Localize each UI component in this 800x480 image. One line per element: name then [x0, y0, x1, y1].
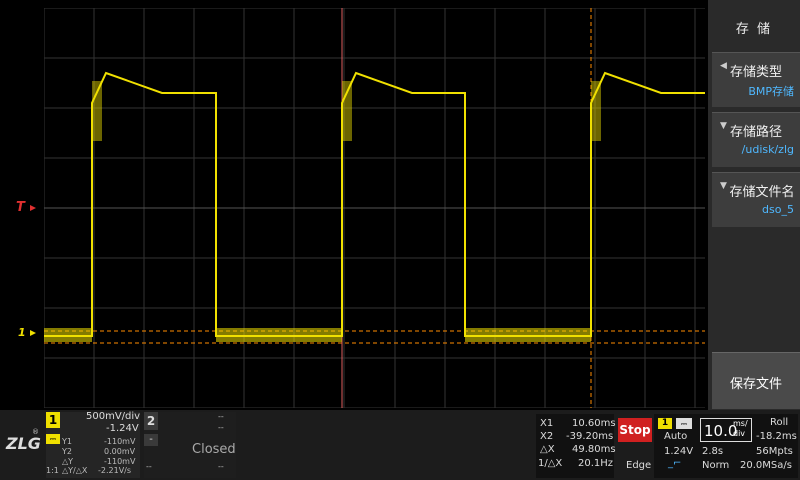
trigger-arrow-icon [30, 205, 36, 211]
trace-noise-band [216, 328, 342, 342]
ch1-arrow-icon [30, 330, 36, 336]
dc-coupling-icon: ⎓ [46, 434, 60, 444]
trigger-type: Edge [626, 460, 652, 471]
trigger-marker[interactable]: T [16, 200, 25, 215]
storage-menu: 存 储 ◀ 存储类型 BMP存储 ▼ 存储路径 /udisk/zlg ▼ 存储文… [708, 0, 800, 410]
ch2-number[interactable]: 2 [144, 412, 158, 430]
y2-label: Y2 [62, 447, 72, 456]
menu-item-value: BMP存储 [748, 85, 794, 98]
y2-value: 0.00mV [104, 447, 136, 456]
trace-noise-band [44, 328, 92, 342]
oscilloscope-screen: T 1 存 储 ◀ 存储类型 BMP存储 ▼ 存储路径 /udisk/zlg ▼… [0, 0, 800, 480]
ch1-offset: -1.24V [106, 423, 139, 434]
waveform-display [44, 8, 705, 408]
menu-item-storage-type[interactable]: ◀ 存储类型 BMP存储 [712, 52, 800, 107]
x2-label: X2 [540, 431, 554, 442]
memory-points: 56Mpts [756, 446, 793, 457]
trigger-level: 1.24V [664, 446, 694, 457]
dx-value: 49.80ms [572, 444, 616, 455]
trace-ringing [342, 81, 352, 141]
menu-item-label: 存储路径 [729, 125, 782, 140]
ch1-number[interactable]: 1 [46, 412, 60, 428]
menu-item-label: 存储类型 [729, 65, 782, 80]
y1-label: Y1 [62, 437, 72, 446]
menu-item-file-name[interactable]: ▼ 存储文件名 dso_5 [712, 172, 800, 227]
acquisition-mode: Norm [702, 460, 730, 471]
save-file-button[interactable]: 保存文件 [712, 352, 800, 409]
dy-value: -110mV [104, 457, 136, 466]
inv-dx-value: 20.1Hz [578, 458, 614, 469]
menu-item-label: 存储文件名 [729, 185, 795, 200]
menu-item-storage-path[interactable]: ▼ 存储路径 /udisk/zlg [712, 112, 800, 167]
dx-label: △X [540, 444, 555, 455]
run-stop-button[interactable]: Stop [618, 418, 652, 442]
rising-edge-icon: _⌐ [668, 458, 682, 469]
ch2-dash: -- [218, 423, 224, 432]
menu-item-value: /udisk/zlg [741, 143, 794, 156]
inv-dx-label: 1/△X [538, 458, 563, 469]
timebase-offset: -18.2ms [756, 431, 797, 442]
dydx-value: -2.21V/s [98, 466, 132, 475]
x1-value: 10.60ms [572, 418, 616, 429]
trace-ringing [92, 81, 102, 141]
zlg-logo: ZLG [6, 434, 41, 453]
save-file-label: 保存文件 [729, 377, 782, 392]
ch2-dash: -- [218, 412, 224, 421]
dc-coupling-icon: ⎓ [676, 418, 692, 429]
sample-rate: 20.0MSa/s [740, 460, 792, 471]
dydx-label: △Y/△X [62, 466, 88, 475]
trace-noise-band [465, 328, 591, 342]
trace-ringing [591, 81, 601, 141]
menu-item-value: dso_5 [762, 203, 794, 216]
ch2-status: Closed [192, 442, 236, 457]
dy-label: △Y [62, 457, 74, 466]
menu-title: 存 储 [735, 22, 773, 37]
timebase-unit-top: ms/ [733, 419, 748, 428]
ch2-minus: - [144, 434, 158, 446]
timebase-mode: Roll [770, 417, 789, 428]
x2-value: -39.20ms [566, 431, 614, 442]
x1-label: X1 [540, 418, 554, 429]
ch1-ground-marker[interactable]: 1 [18, 326, 26, 339]
registered-mark: ® [32, 428, 39, 436]
ch1-probe: 1:1 [46, 466, 59, 475]
y1-value: -110mV [104, 437, 136, 446]
ch2-dash: -- [218, 462, 224, 471]
trigger-mode: Auto [664, 431, 688, 442]
trigger-channel: 1 [658, 418, 672, 429]
ch1-volts-div: 500mV/div [86, 411, 141, 422]
ch2-dash: -- [146, 462, 152, 471]
timebase-unit-bottom: div [733, 429, 746, 438]
memory-length: 2.8s [702, 446, 724, 457]
